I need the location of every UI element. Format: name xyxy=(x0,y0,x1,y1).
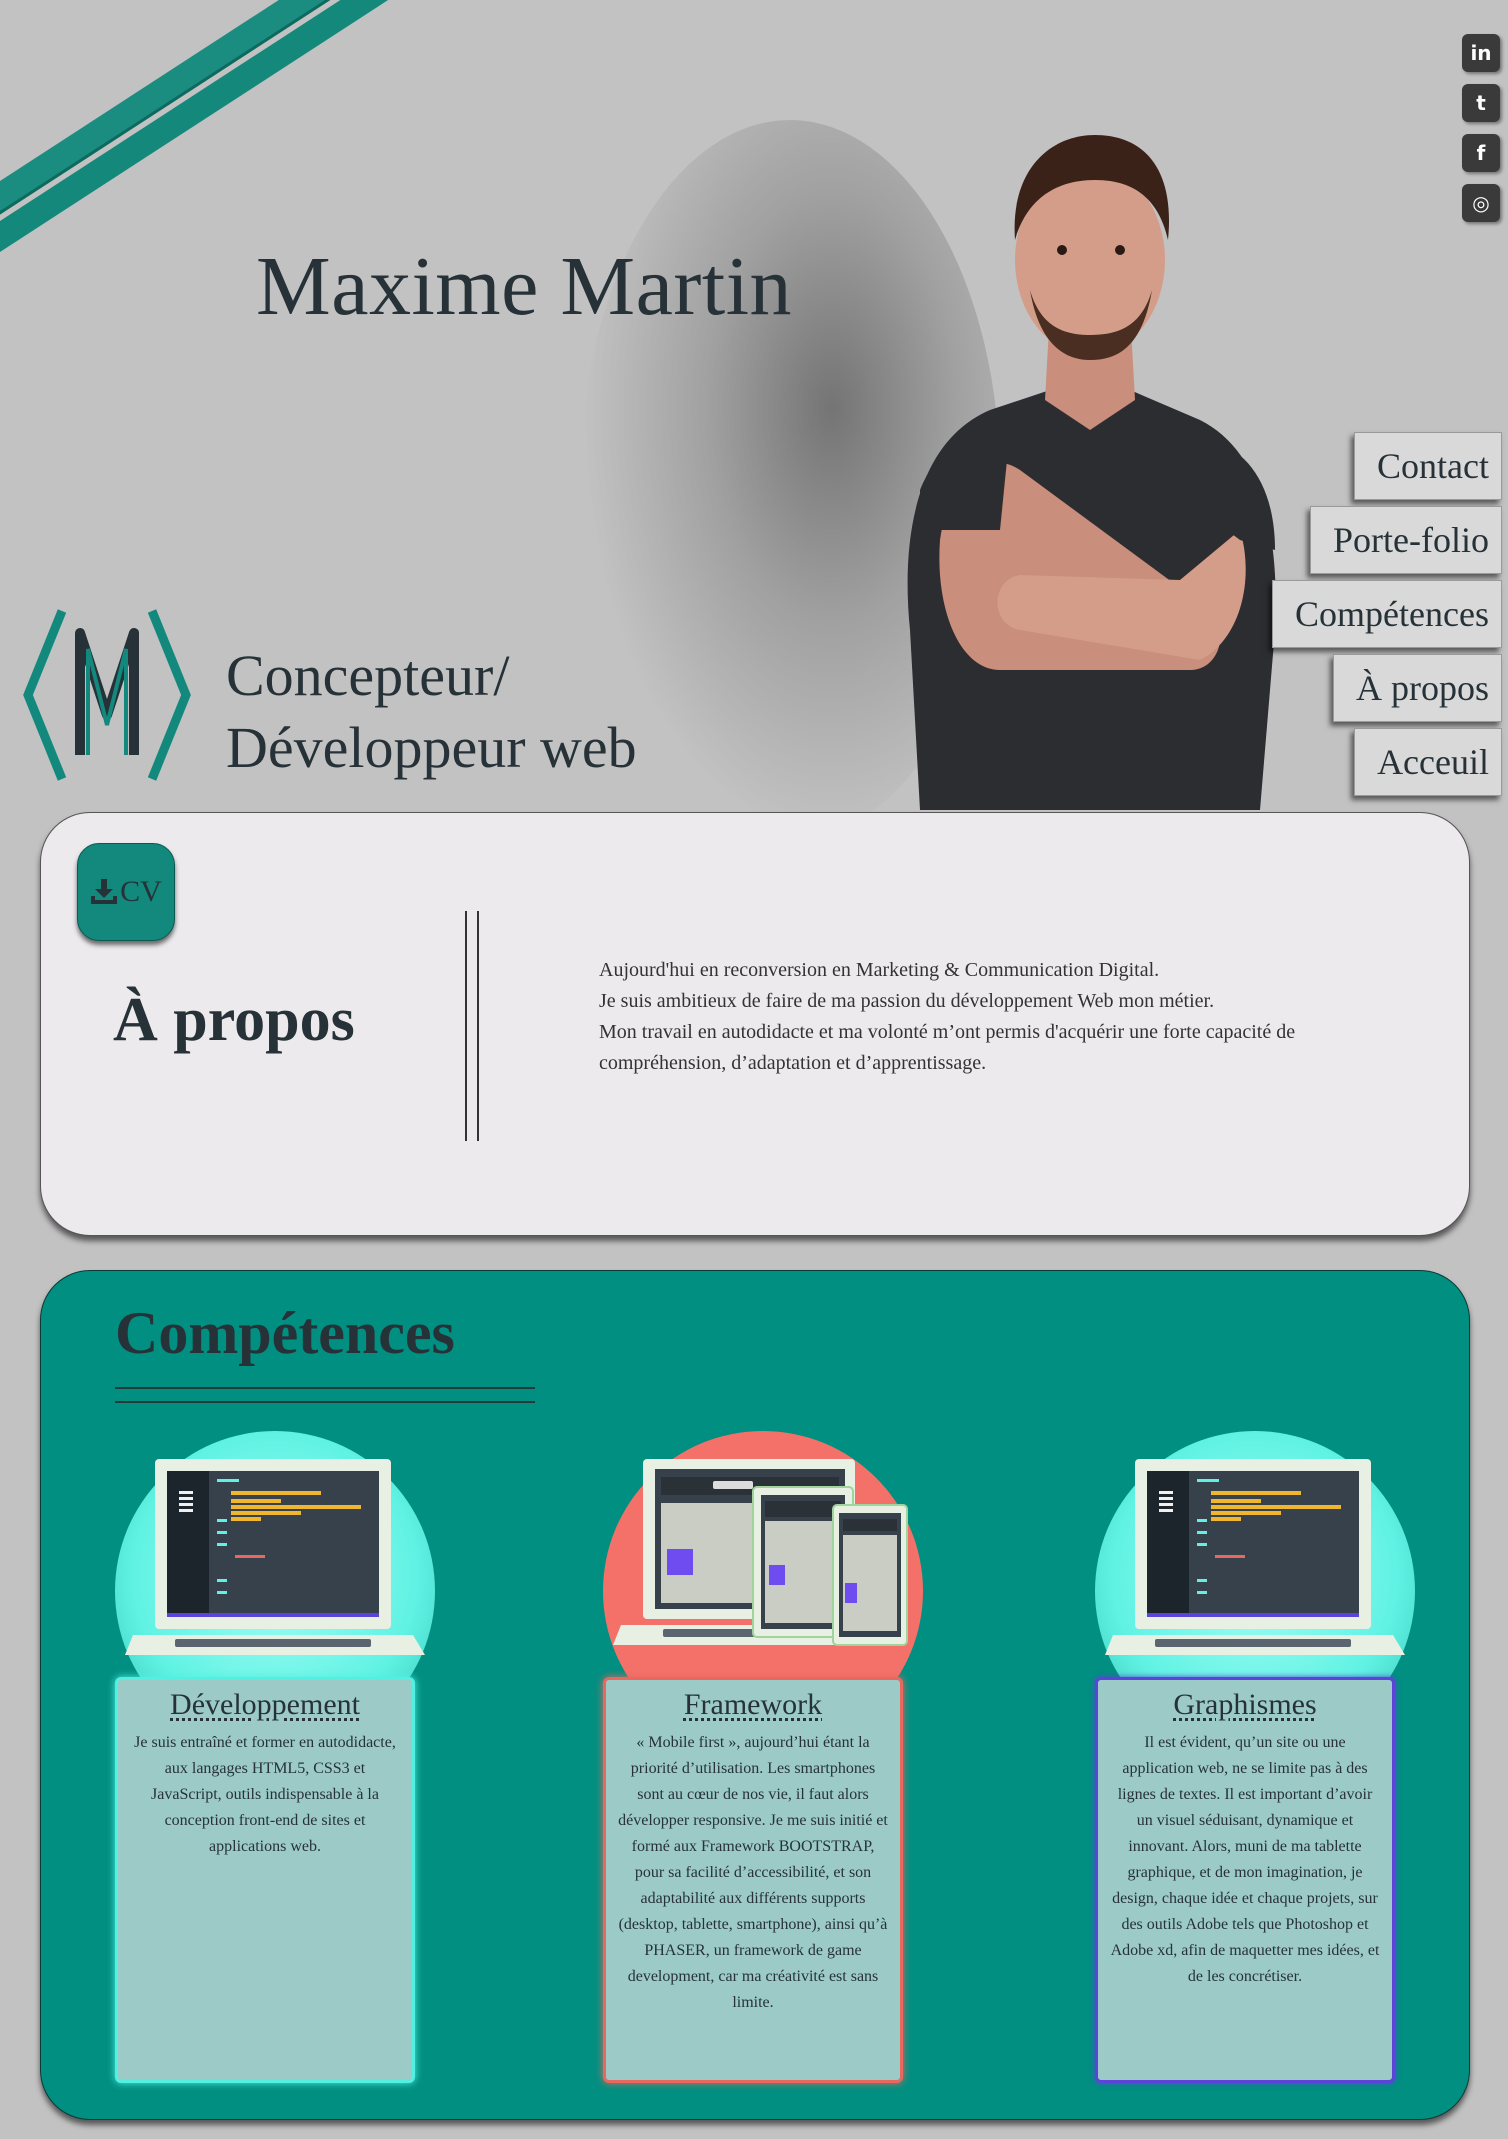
vertical-divider xyxy=(465,911,479,1141)
skills-section: Compétences Développement Je suis entraî… xyxy=(40,1270,1470,2120)
download-icon xyxy=(91,879,118,904)
nav-item-contact[interactable]: Contact xyxy=(1354,432,1502,500)
facebook-icon[interactable]: f xyxy=(1462,134,1500,172)
skill-description: « Mobile first », aujourd’hui étant la p… xyxy=(618,1734,888,2011)
page-title: Maxime Martin xyxy=(256,240,793,333)
linkedin-icon[interactable]: in xyxy=(1462,34,1500,72)
brand-logo xyxy=(23,609,191,781)
skill-description: Il est évident, qu’un site ou une applic… xyxy=(1110,1734,1380,1985)
decorative-stripe xyxy=(0,0,491,242)
skill-title: Graphismes xyxy=(1173,1688,1317,1721)
twitter-icon[interactable]: t xyxy=(1462,84,1500,122)
devices-illustration xyxy=(603,1421,923,1751)
social-links: in t f ◎ xyxy=(1462,34,1504,234)
download-cv-button[interactable]: CV xyxy=(77,843,175,941)
skills-title: Compétences xyxy=(115,1300,455,1366)
skill-panel: Graphismes Il est évident, qu’un site ou… xyxy=(1095,1677,1395,2083)
laptop-illustration xyxy=(115,1421,435,1751)
about-section: CV À propos Aujourd'hui en reconversion … xyxy=(40,812,1470,1236)
laptop-code-icon xyxy=(1105,1459,1405,1655)
laptop-illustration xyxy=(1095,1421,1415,1751)
nav-item-portfolio[interactable]: Porte-folio xyxy=(1310,506,1502,574)
skill-card-developpement: Développement Je suis entraîné et former… xyxy=(115,1421,435,2083)
skill-panel: Framework « Mobile first », aujourd’hui … xyxy=(603,1677,903,2083)
main-nav: Contact Porte-folio Compétences À propos… xyxy=(1272,432,1502,802)
skill-title: Développement xyxy=(170,1688,360,1721)
about-title: À propos xyxy=(113,986,355,1054)
instagram-icon[interactable]: ◎ xyxy=(1462,184,1500,222)
skill-description: Je suis entraîné et former en autodidact… xyxy=(134,1734,396,1855)
laptop-code-icon xyxy=(125,1459,425,1655)
skill-card-graphismes: Graphismes Il est évident, qu’un site ou… xyxy=(1095,1421,1415,2083)
cv-label: CV xyxy=(120,875,162,908)
header-subtitle: Concepteur/ Développeur web xyxy=(226,643,637,780)
nav-item-competences[interactable]: Compétences xyxy=(1272,580,1502,648)
responsive-devices-icon xyxy=(613,1459,908,1646)
skill-panel: Développement Je suis entraîné et former… xyxy=(115,1677,415,2083)
profile-photo xyxy=(907,135,1276,810)
about-text: Aujourd'hui en reconversion en Marketing… xyxy=(599,959,1296,1074)
nav-item-a-propos[interactable]: À propos xyxy=(1333,654,1502,722)
nav-item-accueil[interactable]: Acceuil xyxy=(1354,728,1502,796)
skill-card-framework: Framework « Mobile first », aujourd’hui … xyxy=(603,1421,923,2083)
skills-title-rule xyxy=(115,1387,535,1403)
skill-title: Framework xyxy=(683,1688,823,1721)
